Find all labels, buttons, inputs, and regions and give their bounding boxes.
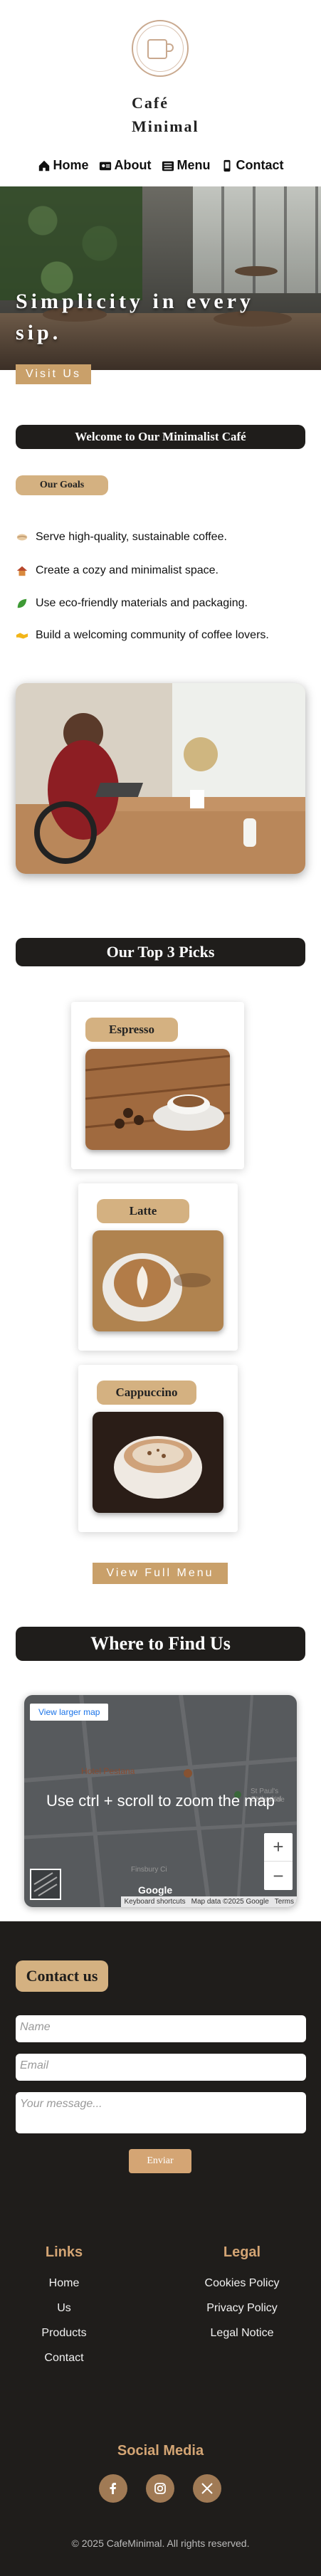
product-name: Latte [129,1204,157,1218]
goal-text: Build a welcoming community of coffee lo… [36,629,269,641]
map-type-toggle[interactable] [30,1869,61,1900]
welcome-banner: Welcome to Our Minimalist Café [16,425,305,449]
top-picks-title: Our Top 3 Picks [106,943,215,961]
map-terms-link[interactable]: Terms [275,1898,294,1906]
map-data-credit: Map data ©2025 Google [191,1898,269,1906]
goal-item: Build a welcoming community of coffee lo… [16,629,269,642]
view-full-menu-button[interactable]: View Full Menu [93,1563,228,1584]
nav-about-label: About [114,158,152,172]
copyright-text: © 2025 CafeMinimal. All rights reserved. [71,2538,250,2549]
footer-link-privacy[interactable]: Privacy Policy [192,2302,292,2315]
view-larger-map-link[interactable]: View larger map [30,1704,109,1721]
goals-badge: Our Goals [16,475,108,495]
map-layers-icon [33,1872,58,1896]
brand-line2: Minimal [132,117,199,135]
footer-link-us[interactable]: Us [28,2302,100,2315]
zoom-in-button[interactable]: + [264,1833,293,1862]
contact-title: Contact us [16,1960,108,1992]
visit-us-button[interactable]: Visit Us [16,364,91,384]
find-us-banner: Where to Find Us [16,1627,305,1661]
x-icon [201,2483,213,2494]
product-card[interactable]: Cappuccino [78,1365,238,1532]
footer-link-home[interactable]: Home [28,2277,100,2290]
leaf-icon [17,598,27,608]
brand-line1: Café [132,94,169,112]
goal-text: Create a cozy and minimalist space. [36,564,219,576]
social-media-title: Social Media [117,2443,204,2459]
product-name-badge: Cappuccino [97,1381,196,1405]
product-name-badge: Espresso [85,1018,178,1042]
x-link[interactable] [193,2474,221,2503]
nav-home[interactable]: Home [38,158,89,173]
id-card-icon [99,162,111,170]
product-name-badge: Latte [97,1199,189,1223]
footer-link-cookies[interactable]: Cookies Policy [192,2277,292,2290]
zoom-out-button[interactable]: − [264,1862,293,1890]
hero-table [235,266,278,276]
goal-text: Serve high-quality, sustainable coffee. [36,531,227,543]
home-icon [38,160,49,171]
nav-menu-label: Menu [177,158,211,172]
footer-link-legal-notice[interactable]: Legal Notice [192,2327,292,2340]
product-name: Cappuccino [115,1385,178,1399]
message-field[interactable]: Your message... [16,2092,306,2133]
house-icon [16,566,28,576]
handshake-icon [16,633,28,639]
product-card[interactable]: Espresso [71,1002,244,1169]
list-icon [162,161,174,171]
footer-link-contact[interactable]: Contact [28,2352,100,2365]
nav-contact-label: Contact [236,158,284,172]
hero-window [193,186,321,293]
cappuccino-image [93,1412,223,1513]
nav-contact[interactable]: Contact [221,158,284,173]
goals-badge-label: Our Goals [39,480,85,490]
product-name: Espresso [109,1023,154,1036]
hero-banner: Simplicity in every sip. [0,186,321,370]
map-keyboard-shortcuts[interactable]: Keyboard shortcuts [124,1898,185,1906]
goal-item: Create a cozy and minimalist space. [16,564,219,577]
instagram-link[interactable] [146,2474,174,2503]
contact-title-text: Contact us [26,1967,98,1985]
goal-text: Use eco-friendly materials and packaging… [36,597,248,609]
logo[interactable] [132,20,189,77]
send-button[interactable]: Enviar [129,2149,191,2173]
site-header: Café Minimal Home About Menu Contact [0,0,321,185]
map-footer: Keyboard shortcuts Map data ©2025 Google… [121,1896,297,1907]
facebook-icon [110,2483,116,2494]
instagram-icon [154,2483,166,2494]
main-nav: Home About Menu Contact [0,158,321,173]
welcome-title: Welcome to Our Minimalist Café [75,430,246,443]
coffee-cup-icon [147,39,174,59]
espresso-image [85,1049,230,1150]
footer-links-title: Links [45,2244,83,2260]
google-logo: Google [138,1884,173,1896]
goal-item: Serve high-quality, sustainable coffee. [16,531,227,544]
find-us-title: Where to Find Us [90,1633,231,1654]
latte-image [93,1230,223,1331]
nav-about[interactable]: About [99,158,152,173]
brand-name: Café Minimal [132,91,199,138]
hero-title: Simplicity in every sip. [16,290,254,344]
goal-item: Use eco-friendly materials and packaging… [16,597,248,610]
footer-legal-title: Legal [223,2244,261,2260]
coffee-bean-icon [16,534,28,541]
name-field[interactable]: Name [16,2015,306,2042]
map-zoom-control: + − [264,1833,293,1890]
map-zoom-hint: Use ctrl + scroll to zoom the map [24,1695,297,1907]
mobile-icon [223,159,230,171]
nav-home-label: Home [53,158,89,172]
top-picks-banner: Our Top 3 Picks [16,938,305,966]
email-field[interactable]: Email [16,2054,306,2081]
product-card[interactable]: Latte [78,1183,238,1351]
map-zoom-hint-text: Use ctrl + scroll to zoom the map [46,1792,275,1810]
facebook-link[interactable] [99,2474,127,2503]
footer-link-products[interactable]: Products [28,2327,100,2340]
nav-menu[interactable]: Menu [162,158,211,173]
cafe-photo [16,683,305,874]
hero-plant-wall [0,186,142,300]
google-map[interactable]: Hotel Pestana St Paul's Cathedral Cheaps… [24,1695,297,1907]
